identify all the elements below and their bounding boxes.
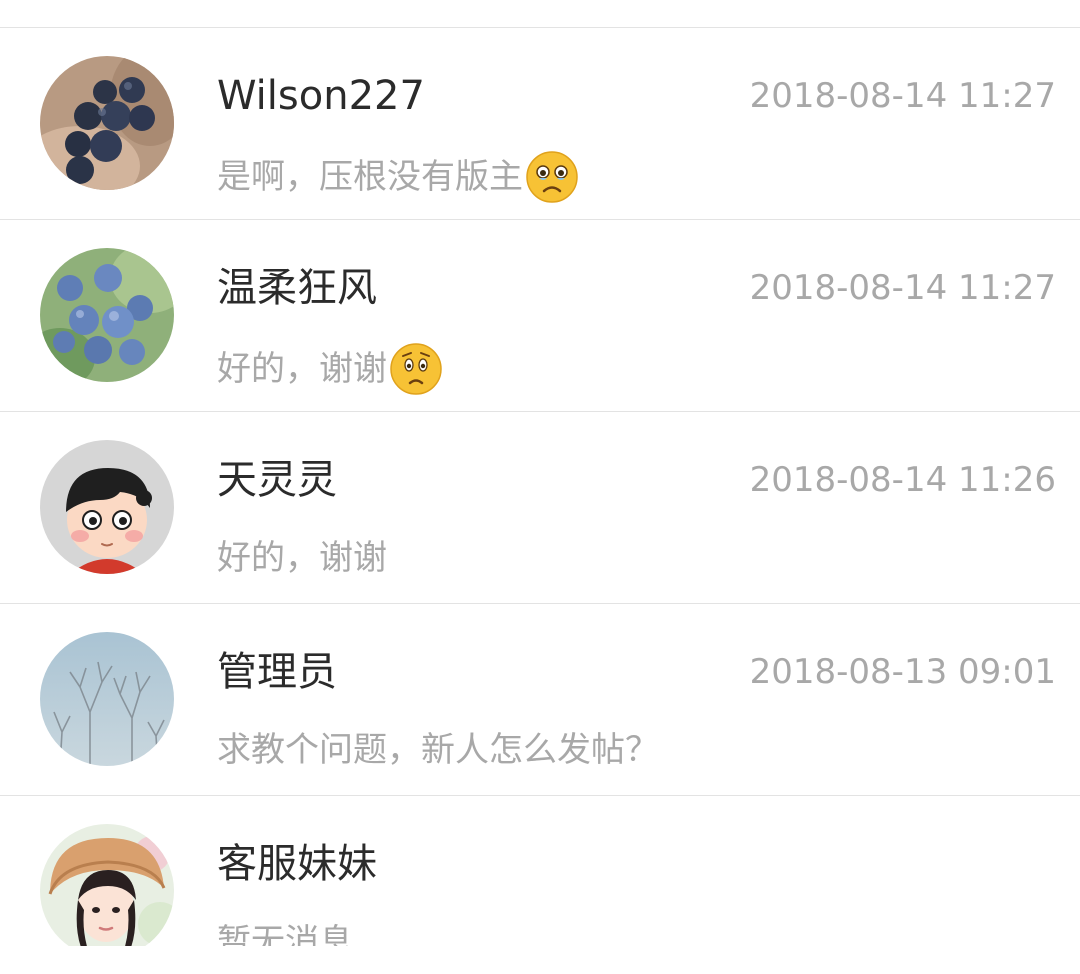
message-timestamp: 2018-08-13 09:01 [749, 652, 1056, 692]
last-message-text: 暂无消息 [217, 922, 353, 946]
conversation-item-wilson227[interactable]: Wilson227 2018-08-14 11:27 是啊，压根没有版主 [0, 28, 1080, 220]
crying-face-emoji-icon [525, 150, 579, 204]
last-message-text: 是啊，压根没有版主 [217, 157, 523, 197]
message-timestamp: 2018-08-14 11:27 [749, 268, 1056, 308]
conversation-item-wenrou[interactable]: 温柔狂风 2018-08-14 11:27 好的，谢谢 [0, 220, 1080, 412]
avatar-bare-tree-sky[interactable] [40, 632, 174, 766]
last-message-preview: 求教个问题，新人怎么发帖？ [217, 726, 659, 774]
message-timestamp: 2018-08-14 11:26 [749, 460, 1056, 500]
conversation-item-customer-service[interactable]: 客服妹妹 暂无消息 [0, 796, 1080, 946]
last-message-preview: 是啊，压根没有版主 [217, 150, 579, 204]
message-timestamp: 2018-08-14 11:27 [749, 76, 1056, 116]
conversation-list: Wilson227 2018-08-14 11:27 是啊，压根没有版主 温柔狂… [0, 28, 1080, 946]
avatar-girl-straw-hat[interactable] [40, 824, 174, 946]
last-message-preview: 好的，谢谢 [217, 342, 443, 396]
worried-face-emoji-icon [389, 342, 443, 396]
contact-name: 温柔狂风 [217, 265, 377, 311]
last-message-text: 好的，谢谢 [217, 538, 387, 578]
last-message-text: 好的，谢谢 [217, 349, 387, 389]
last-message-text: 求教个问题，新人怎么发帖？ [217, 730, 659, 770]
contact-name: 管理员 [217, 649, 337, 695]
last-message-preview: 好的，谢谢 [217, 534, 387, 582]
contact-name: 天灵灵 [217, 457, 337, 503]
avatar-blueberries-in-hand[interactable] [40, 56, 174, 190]
avatar-blueberry-bush[interactable] [40, 248, 174, 382]
contact-name: Wilson227 [217, 73, 425, 119]
last-message-preview: 暂无消息 [217, 918, 353, 946]
conversation-item-tianlingling[interactable]: 天灵灵 2018-08-14 11:26 好的，谢谢 [0, 412, 1080, 604]
conversation-item-admin[interactable]: 管理员 2018-08-13 09:01 求教个问题，新人怎么发帖？ [0, 604, 1080, 796]
top-edge-bar [0, 0, 1080, 28]
contact-name: 客服妹妹 [217, 841, 377, 887]
avatar-cartoon-boy[interactable] [40, 440, 174, 574]
